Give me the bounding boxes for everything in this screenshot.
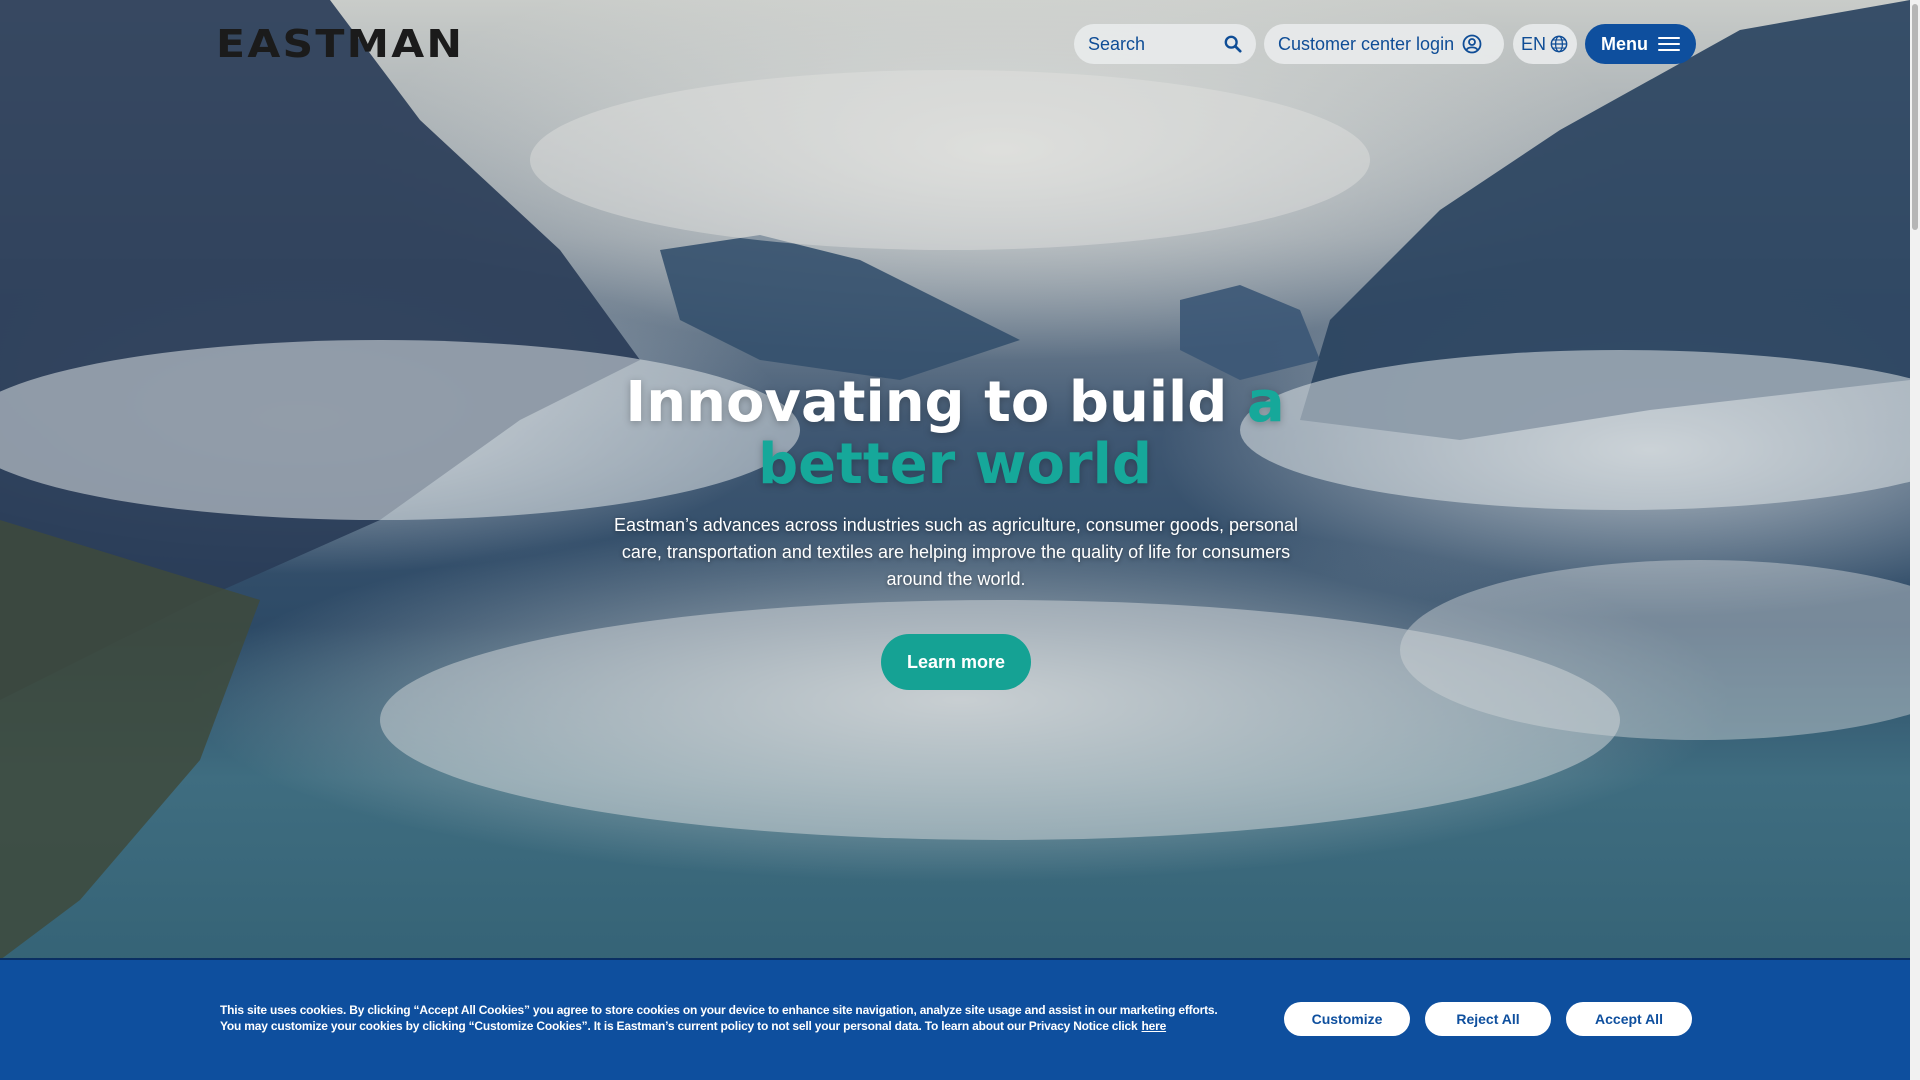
scrollbar-thumb[interactable] xyxy=(1912,4,1918,230)
eastman-logo[interactable]: EASTMAN xyxy=(216,25,464,63)
menu-button[interactable]: Menu xyxy=(1585,24,1696,64)
privacy-notice-link[interactable]: here xyxy=(1142,1019,1167,1033)
hamburger-icon xyxy=(1658,37,1680,51)
hero-headline: Innovating to build a better world xyxy=(560,372,1350,496)
language-label: EN xyxy=(1521,33,1547,54)
cookie-message: This site uses cookies. By clicking “Acc… xyxy=(220,1002,1240,1034)
reject-all-button[interactable]: Reject All xyxy=(1425,1002,1551,1036)
hero-description: Eastman’s advances across industries suc… xyxy=(613,515,1299,589)
cookie-message-text: This site uses cookies. By clicking “Acc… xyxy=(220,1003,1218,1033)
headline-main: Innovating to build xyxy=(625,370,1247,435)
customer-center-login-button[interactable]: Customer center login xyxy=(1264,24,1504,64)
customize-cookies-button[interactable]: Customize xyxy=(1284,1002,1410,1036)
learn-more-button[interactable]: Learn more xyxy=(881,634,1031,690)
globe-icon xyxy=(1550,35,1568,53)
language-selector[interactable]: EN xyxy=(1513,24,1577,64)
search-box[interactable] xyxy=(1074,24,1256,64)
menu-label: Menu xyxy=(1601,33,1648,54)
accept-all-button[interactable]: Accept All xyxy=(1566,1002,1692,1036)
cookie-banner: This site uses cookies. By clicking “Acc… xyxy=(0,958,1910,1080)
user-circle-icon xyxy=(1462,34,1482,54)
search-icon[interactable] xyxy=(1224,35,1242,53)
page-scrollbar[interactable] xyxy=(1910,0,1920,1080)
login-label: Customer center login xyxy=(1278,33,1455,54)
search-input[interactable] xyxy=(1088,33,1218,55)
